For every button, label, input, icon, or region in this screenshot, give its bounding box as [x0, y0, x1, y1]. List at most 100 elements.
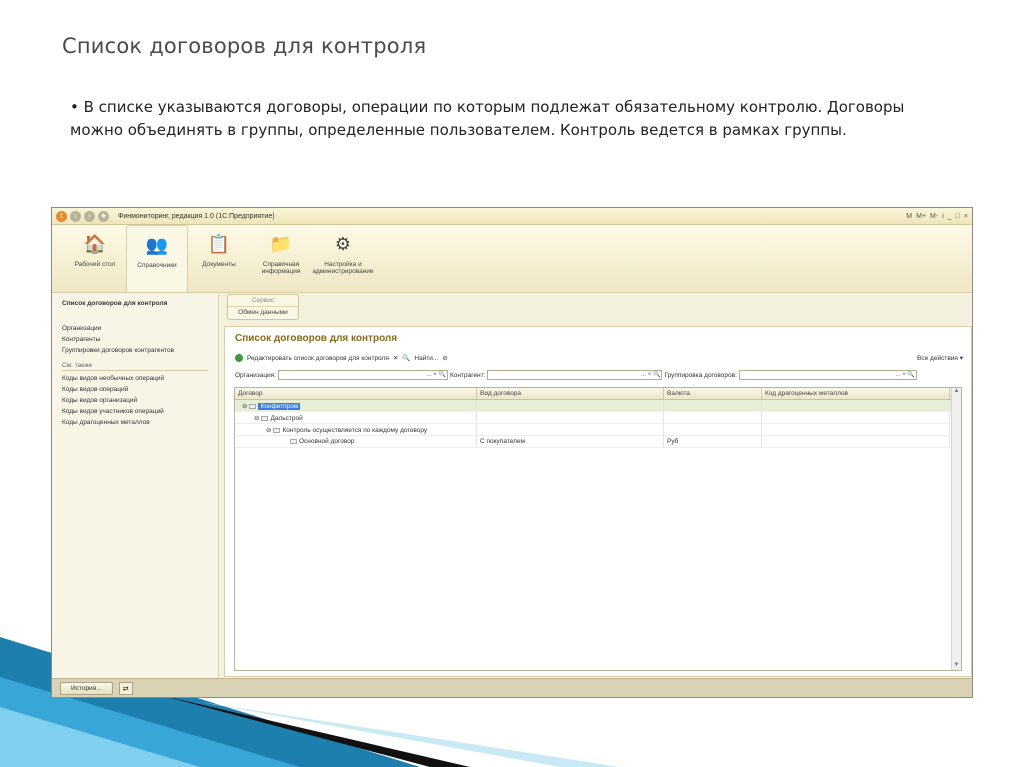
navigation-pane: Список договоров для контроля Организаци… [52, 294, 219, 677]
link-icon[interactable]: ⇄ [118, 682, 133, 695]
nav-item-counterparties[interactable]: Контрагенты [62, 336, 208, 343]
section-label: Справочники [137, 262, 177, 269]
table-header: Договор Вид договора Валюта Код драгоцен… [235, 388, 961, 400]
content-form: Список договоров для контроля Редактиров… [224, 326, 972, 677]
row-code [762, 424, 950, 435]
row-currency [664, 400, 762, 411]
window-body: Список договоров для контроля Организаци… [52, 294, 972, 677]
close-icon[interactable]: × [964, 213, 968, 220]
edit-list-button[interactable]: Редактировать список договоров для контр… [247, 355, 389, 362]
find-button[interactable]: Найти... [414, 355, 438, 362]
section-reference-info[interactable]: 📁 Справочная информация [250, 225, 312, 292]
col-kind[interactable]: Вид договора [477, 388, 664, 399]
nav-item-op-codes[interactable]: Коды видов операций [62, 386, 208, 393]
table-row[interactable]: ⊖ Контроль осуществляется по каждому дого… [235, 424, 961, 436]
btn-m-plus[interactable]: M+ [916, 213, 926, 220]
form-title: Список договоров для контроля [235, 333, 398, 344]
service-header: Сервис [228, 295, 298, 307]
row-kind: С покупателем [477, 436, 664, 447]
filter-org-label: Организация: [235, 371, 277, 379]
star-icon[interactable]: ★ [98, 210, 109, 222]
command-bar: Редактировать список договоров для контр… [235, 352, 963, 364]
slide-bullet-text: • В списке указываются договоры, операци… [70, 98, 905, 139]
group-icon [249, 403, 257, 409]
filter-group-label: Группировка договоров: [664, 371, 737, 379]
section-label: Справочная информация [261, 261, 301, 275]
row-name: Конфетпром [258, 403, 301, 410]
section-label: Рабочий стол [74, 261, 116, 268]
forward-icon[interactable]: › [84, 210, 95, 222]
search-icon: 🔍 [402, 355, 411, 362]
table-row[interactable]: ⊖ Дальстрой [235, 412, 961, 424]
filter-contr-input[interactable]: ... × 🔍 [487, 370, 663, 380]
maximize-icon[interactable]: □ [956, 213, 960, 220]
people-icon: 👥 [145, 234, 169, 255]
col-currency[interactable]: Валюта [664, 388, 762, 399]
filter-bar: Организация: ... × 🔍 Контрагент: ... × 🔍… [235, 369, 963, 381]
group-icon [261, 415, 269, 421]
section-documents[interactable]: 📋 Документы [188, 225, 250, 292]
btn-m-minus[interactable]: M- [930, 213, 938, 220]
section-label: Документы [202, 261, 236, 268]
row-name: Дальстрой [270, 415, 303, 422]
folder-icon: 📁 [269, 233, 293, 254]
row-kind [477, 400, 664, 411]
info-icon[interactable]: i [942, 213, 944, 220]
minimize-icon[interactable]: _ [948, 213, 952, 220]
row-code [762, 412, 950, 423]
app-window: 1 ‹ › ★ Финмониторинг, редакция 1.0 (1С:… [51, 207, 973, 698]
row-kind [477, 424, 664, 435]
row-name: Основной договор [299, 438, 355, 445]
scroll-up-icon[interactable]: ▲ [952, 388, 961, 394]
nav-item-metal-codes[interactable]: Коды драгоценных металлов [62, 419, 208, 426]
row-name: Контроль осуществляется по каждому догов… [282, 427, 428, 434]
contracts-table: Договор Вид договора Валюта Код драгоцен… [234, 387, 962, 671]
nav-item-participant-codes[interactable]: Коды видов участников операций [62, 408, 208, 415]
back-icon[interactable]: ‹ [70, 210, 81, 222]
status-bar: История... ⇄ [52, 678, 972, 697]
item-icon [290, 438, 297, 444]
cancel-search-icon[interactable]: ⊘ [442, 354, 447, 362]
nav-item-contract-groups[interactable]: Группировки договоров контрагентов [62, 347, 208, 354]
section-desktop[interactable]: 🏠 Рабочий стол [64, 225, 126, 292]
collapse-icon[interactable]: ⊖ [238, 402, 247, 410]
delete-icon[interactable]: ✕ [393, 354, 398, 362]
nav-item-org-codes[interactable]: Коды видов организаций [62, 397, 208, 404]
scroll-down-icon[interactable]: ▼ [952, 662, 961, 668]
clipboard-icon: 📋 [207, 233, 231, 254]
nav-item-unusual-op-codes[interactable]: Коды видов необычных операций [62, 375, 208, 382]
nav-item-organizations[interactable]: Организации [62, 325, 208, 332]
vertical-scrollbar[interactable]: ▲ ▼ [951, 388, 961, 670]
section-label: Настройка и администрирование [312, 261, 374, 275]
row-currency: Руб [664, 436, 762, 447]
app-menu-icon[interactable]: 1 [56, 210, 67, 222]
section-references[interactable]: 👥 Справочники [126, 225, 188, 292]
table-row[interactable]: Основной договор С покупателем Руб [235, 436, 961, 448]
col-metal-code[interactable]: Код драгоценных металлов [762, 388, 950, 399]
window-titlebar: 1 ‹ › ★ Финмониторинг, редакция 1.0 (1С:… [52, 208, 972, 225]
window-title: Финмониторинг, редакция 1.0 (1С:Предприя… [118, 212, 275, 220]
service-group: Сервис Обмен данными [227, 294, 299, 320]
filter-contr-label: Контрагент: [450, 371, 486, 379]
filter-org-input[interactable]: ... × 🔍 [278, 370, 449, 380]
group-icon [273, 427, 281, 433]
see-also-header: См. также [62, 362, 208, 371]
nav-current-item[interactable]: Список договоров для контроля [62, 300, 208, 307]
gear-icon: ⚙ [334, 233, 352, 254]
slide-title: Список договоров для контроля [62, 34, 427, 58]
row-kind [477, 412, 664, 423]
col-contract[interactable]: Договор [235, 388, 477, 399]
data-exchange-link[interactable]: Обмен данными [228, 307, 298, 318]
filter-group-input[interactable]: ... × 🔍 [738, 370, 917, 380]
row-code [762, 436, 950, 447]
desktop-icon: 🏠 [83, 233, 107, 254]
history-button[interactable]: История... [60, 682, 113, 695]
btn-m[interactable]: M [906, 213, 912, 220]
collapse-icon[interactable]: ⊖ [238, 414, 259, 422]
all-actions-menu[interactable]: Все действия ▾ [917, 354, 963, 362]
edit-icon [235, 354, 243, 362]
table-row[interactable]: ⊖ Конфетпром [235, 400, 961, 412]
collapse-icon[interactable]: ⊖ [238, 426, 271, 434]
row-code [762, 400, 950, 411]
section-settings[interactable]: ⚙ Настройка и администрирование [312, 225, 374, 292]
